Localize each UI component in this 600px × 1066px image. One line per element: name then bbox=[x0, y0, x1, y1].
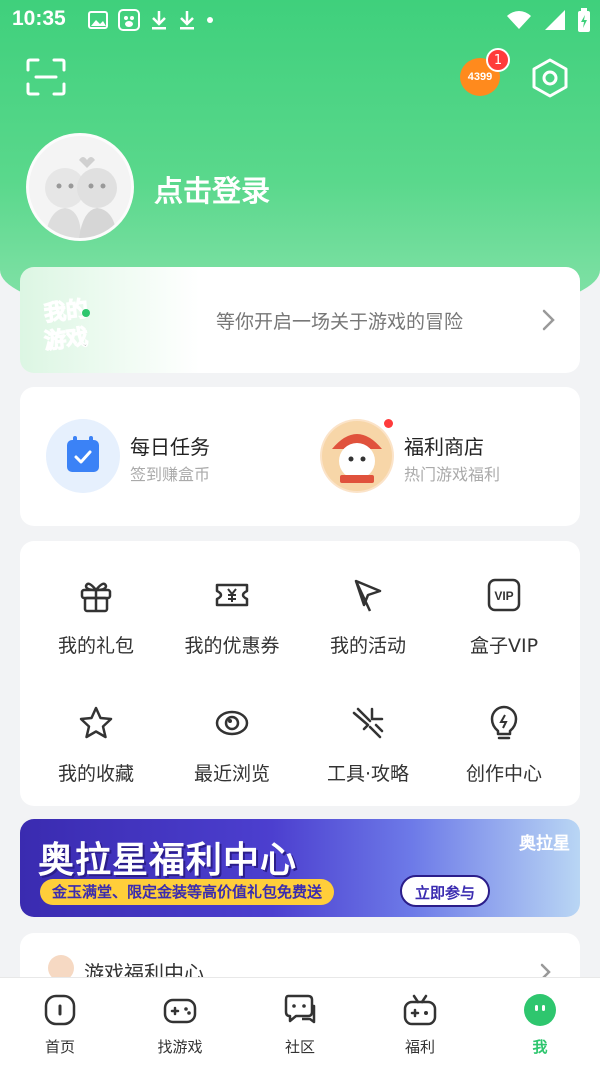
lightbulb-icon bbox=[490, 705, 518, 740]
me-icon bbox=[524, 994, 556, 1026]
status-time: 10:35 bbox=[12, 7, 66, 30]
features-grid: 我的礼包 我的优惠券 我的活动 VIP 盒子VIP 我的收藏 最近浏览 工具·攻… bbox=[20, 541, 580, 806]
scan-button[interactable] bbox=[26, 58, 66, 96]
tab-welfare-label: 福利 bbox=[404, 1038, 435, 1056]
grid-label-coupons: 我的优惠券 bbox=[184, 635, 280, 657]
tab-home[interactable]: 首页 bbox=[0, 978, 120, 1066]
scan-icon bbox=[26, 58, 66, 96]
signal-icon bbox=[545, 10, 565, 30]
dot-icon bbox=[207, 17, 213, 23]
avatar[interactable] bbox=[26, 133, 134, 241]
tab-community-label: 社区 bbox=[284, 1038, 315, 1056]
grid-item-favorites[interactable]: 我的收藏 bbox=[26, 705, 166, 815]
gift-box-icon bbox=[403, 994, 437, 1026]
status-bar: 10:35 bbox=[0, 0, 600, 40]
grid-label-vip: 盒子VIP bbox=[469, 635, 539, 657]
tab-home-label: 首页 bbox=[44, 1038, 75, 1056]
grid-label-creator: 创作中心 bbox=[465, 763, 542, 785]
tools-icon bbox=[352, 707, 384, 739]
welfare-shop-item[interactable]: 福利商店 热门游戏福利 bbox=[320, 417, 570, 495]
welfare-shop-subtitle: 热门游戏福利 bbox=[404, 465, 501, 484]
shop-mascot-icon bbox=[320, 419, 394, 493]
notification-badge: 1 bbox=[486, 48, 510, 72]
chevron-right-icon bbox=[542, 309, 555, 331]
logo-line-1: 我的 bbox=[43, 296, 89, 326]
grid-item-creator[interactable]: 创作中心 bbox=[434, 705, 574, 815]
vip-icon: VIP bbox=[487, 578, 521, 612]
daily-task-title: 每日任务 bbox=[130, 435, 210, 459]
welfare-shop-title: 福利商店 bbox=[404, 435, 484, 459]
star-icon bbox=[79, 706, 113, 739]
gamepad-icon bbox=[163, 998, 197, 1024]
settings-icon bbox=[532, 58, 568, 98]
logo-line-2: 游戏 bbox=[43, 324, 89, 351]
tab-community[interactable]: 社区 bbox=[240, 978, 360, 1066]
image-icon bbox=[88, 11, 108, 29]
daily-task-subtitle: 签到赚盒币 bbox=[130, 465, 211, 484]
grid-label-favorites: 我的收藏 bbox=[57, 763, 134, 785]
grid-item-vip[interactable]: VIP 盒子VIP bbox=[434, 577, 574, 687]
daily-task-item[interactable]: 每日任务 签到赚盒币 bbox=[46, 417, 306, 495]
grid-label-history: 最近浏览 bbox=[193, 763, 270, 785]
my-games-tagline: 等你开启一场关于游戏的冒险 bbox=[216, 311, 464, 333]
tab-welfare[interactable]: 福利 bbox=[360, 978, 480, 1066]
grid-label-tools: 工具·攻略 bbox=[326, 763, 410, 785]
my-games-logo: 我的 游戏 bbox=[40, 291, 124, 355]
banner-logo: 奥拉星 bbox=[519, 834, 570, 854]
avatar-illustration-icon bbox=[45, 157, 117, 238]
grid-item-coupons[interactable]: 我的优惠券 bbox=[162, 577, 302, 687]
join-now-button[interactable]: 立即参与 bbox=[400, 875, 490, 907]
tab-find-games-label: 找游戏 bbox=[157, 1038, 203, 1056]
grid-label-activities: 我的活动 bbox=[329, 635, 406, 657]
calendar-icon bbox=[46, 419, 120, 493]
home-icon bbox=[44, 994, 76, 1026]
banner-title: 奥拉星福利中心 bbox=[38, 840, 298, 881]
my-games-card[interactable]: 我的 游戏 等你开启一场关于游戏的冒险 bbox=[20, 267, 580, 373]
new-dot bbox=[384, 419, 393, 428]
tab-find-games[interactable]: 找游戏 bbox=[120, 978, 240, 1066]
promo-banner[interactable]: 奥拉星福利中心 金玉满堂、限定金装等高价值礼包免费送 立即参与 奥拉星 bbox=[20, 819, 580, 917]
gift-icon bbox=[80, 582, 112, 613]
grid-item-tools[interactable]: 工具·攻略 bbox=[298, 705, 438, 815]
settings-button[interactable] bbox=[528, 56, 572, 100]
grid-item-activities[interactable]: 我的活动 bbox=[298, 577, 438, 687]
tab-me[interactable]: 我 bbox=[480, 978, 600, 1066]
wifi-icon bbox=[507, 11, 531, 29]
tasks-card: 每日任务 签到赚盒币 福利商店 热门游戏福利 bbox=[20, 387, 580, 526]
login-prompt[interactable]: 点击登录 bbox=[154, 168, 270, 210]
chat-icon bbox=[284, 994, 316, 1024]
svg-text:VIP: VIP bbox=[494, 589, 513, 603]
download-icon-2 bbox=[180, 11, 194, 30]
bottom-tab-bar: 首页 找游戏 社区 福利 我 bbox=[0, 977, 600, 1066]
baidu-icon bbox=[118, 9, 140, 31]
download-icon bbox=[152, 11, 166, 30]
grid-item-gifts[interactable]: 我的礼包 bbox=[26, 577, 166, 687]
grid-item-history[interactable]: 最近浏览 bbox=[162, 705, 302, 815]
eye-icon bbox=[215, 710, 249, 736]
coupon-icon bbox=[215, 583, 249, 607]
banner-subtitle: 金玉满堂、限定金装等高价值礼包免费送 bbox=[40, 879, 335, 905]
battery-icon bbox=[578, 8, 590, 32]
grid-label-gifts: 我的礼包 bbox=[57, 635, 134, 657]
tab-me-label: 我 bbox=[532, 1038, 548, 1056]
flag-icon bbox=[354, 579, 382, 612]
